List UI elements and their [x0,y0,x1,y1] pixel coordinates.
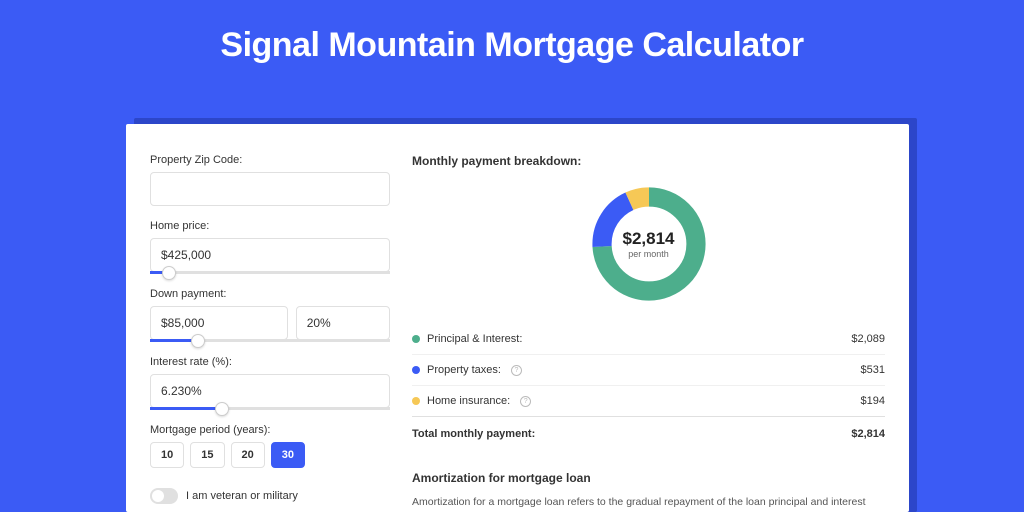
down-payment-input[interactable] [150,306,288,340]
calculator-card: Property Zip Code: Home price: Down paym… [126,124,909,512]
legend-value: $194 [861,395,885,407]
home-price-input[interactable] [150,238,390,272]
period-group: Mortgage period (years): 1015 2030 [150,424,390,468]
donut-center: $2,814 per month [623,229,675,259]
total-row: Total monthly payment: $2,814 [412,416,885,449]
legend: Principal & Interest: $2,089 Property taxe… [412,324,885,416]
zip-input[interactable] [150,172,390,206]
legend-dot [412,366,420,374]
legend-dot [412,397,420,405]
period-row: 1015 2030 [150,442,390,468]
down-payment-group: Down payment: [150,288,390,342]
legend-dot [412,335,420,343]
legend-label: Principal & Interest: [427,333,522,345]
donut-sub: per month [623,249,675,259]
slider-thumb[interactable] [215,402,229,416]
breakdown-heading: Monthly payment breakdown: [412,154,885,168]
total-label: Total monthly payment: [412,428,535,440]
interest-group: Interest rate (%): [150,356,390,410]
slider-thumb[interactable] [162,266,176,280]
veteran-label: I am veteran or military [186,490,298,502]
veteran-toggle[interactable] [150,488,178,504]
interest-slider[interactable] [150,407,390,410]
legend-row: Home insurance:? $194 [412,386,885,416]
period-button-20[interactable]: 20 [231,442,265,468]
legend-row: Property taxes:? $531 [412,355,885,386]
legend-value: $531 [861,364,885,376]
legend-label: Property taxes: [427,364,501,376]
interest-input[interactable] [150,374,390,408]
home-price-slider[interactable] [150,271,390,274]
home-price-label: Home price: [150,220,390,232]
legend-label: Home insurance: [427,395,510,407]
donut-amount: $2,814 [623,229,675,249]
zip-label: Property Zip Code: [150,154,390,166]
veteran-row: I am veteran or military [150,488,390,504]
legend-row: Principal & Interest: $2,089 [412,324,885,355]
amortization-heading: Amortization for mortgage loan [412,471,885,485]
slider-thumb[interactable] [191,334,205,348]
period-button-30[interactable]: 30 [271,442,305,468]
amortization-text: Amortization for a mortgage loan refers … [412,495,885,512]
home-price-group: Home price: [150,220,390,274]
legend-value: $2,089 [851,333,885,345]
breakdown-column: Monthly payment breakdown: $2,814 per mo… [412,154,885,512]
page-title: Signal Mountain Mortgage Calculator [0,0,1024,85]
info-icon[interactable]: ? [520,396,531,407]
zip-field-group: Property Zip Code: [150,154,390,206]
down-payment-pct-input[interactable] [296,306,390,340]
info-icon[interactable]: ? [511,365,522,376]
period-button-15[interactable]: 15 [190,442,224,468]
interest-label: Interest rate (%): [150,356,390,368]
total-value: $2,814 [851,428,885,440]
inputs-column: Property Zip Code: Home price: Down paym… [150,154,390,512]
payment-donut-chart: $2,814 per month [587,182,711,306]
period-button-10[interactable]: 10 [150,442,184,468]
down-payment-label: Down payment: [150,288,390,300]
down-payment-slider[interactable] [150,339,390,342]
period-label: Mortgage period (years): [150,424,390,436]
donut-wrap: $2,814 per month [412,182,885,306]
